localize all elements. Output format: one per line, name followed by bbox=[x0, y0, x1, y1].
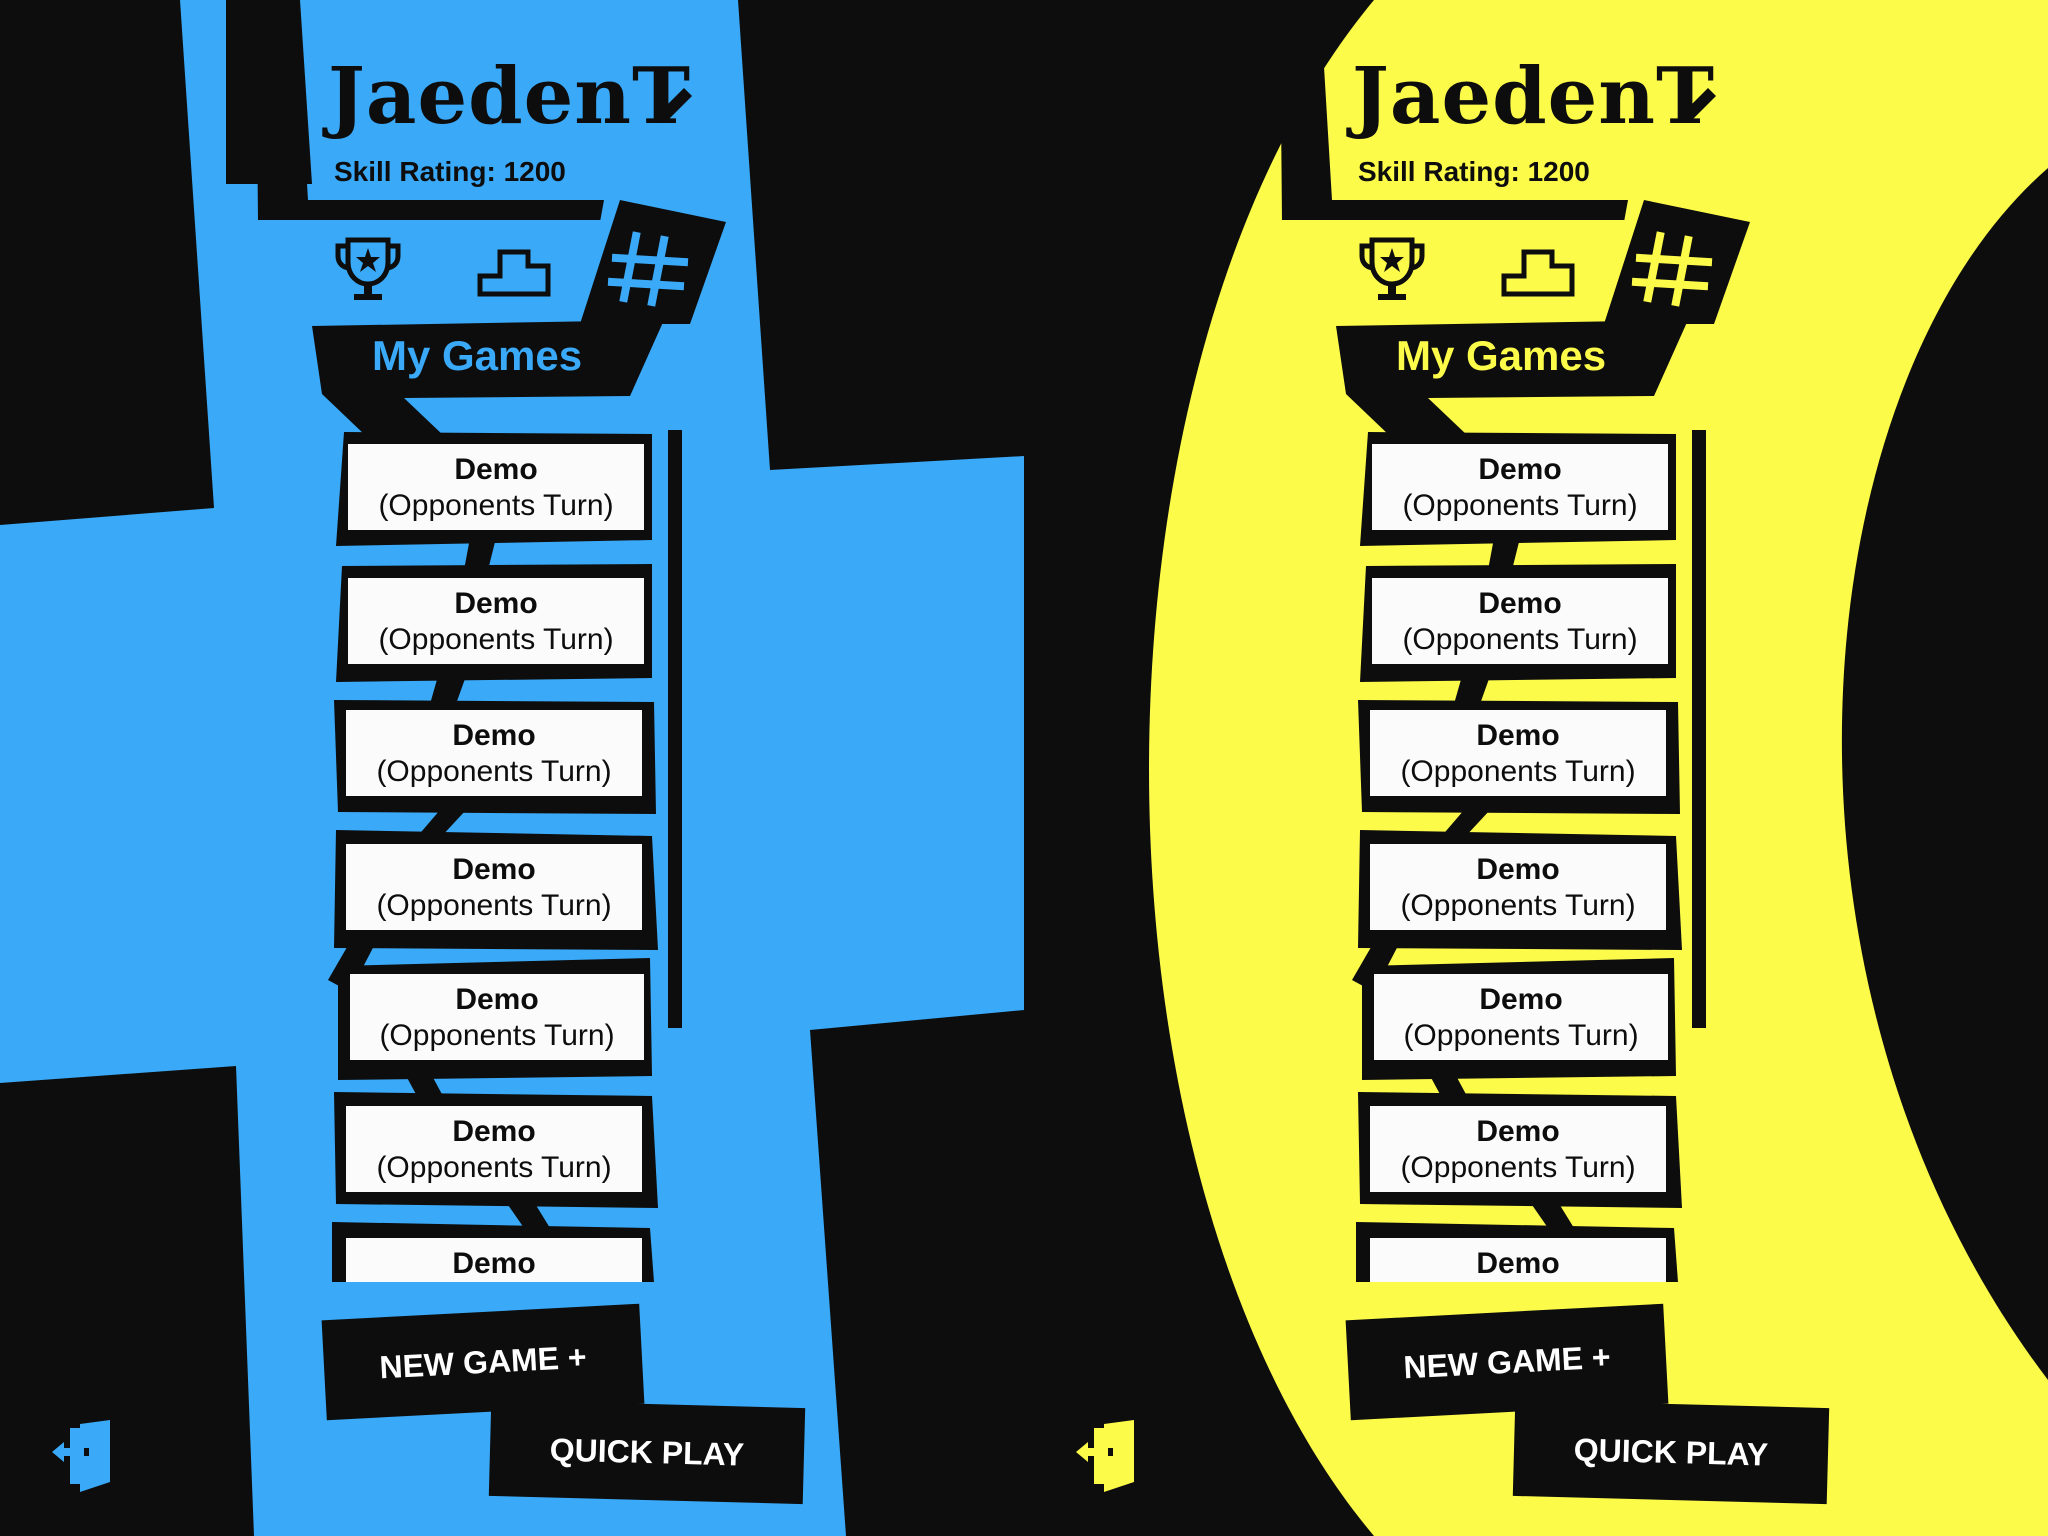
yellow-theme-screen: JaedenT Skill Rating: 1200 My Games Demo… bbox=[1024, 0, 2048, 1536]
tab-title-my-games: My Games bbox=[1396, 332, 1607, 379]
game-card[interactable]: Demo (Opponents Turn) bbox=[346, 710, 642, 796]
edit-pencil-icon[interactable] bbox=[1676, 82, 1722, 128]
edit-pencil-icon[interactable] bbox=[652, 82, 698, 128]
skill-rating: Skill Rating: 1200 bbox=[1358, 156, 1590, 187]
skill-rating: Skill Rating: 1200 bbox=[334, 156, 566, 187]
game-card[interactable]: Demo (Opponents Turn) bbox=[350, 974, 644, 1060]
games-list[interactable]: Demo (Opponents Turn) Demo (Opponents Tu… bbox=[320, 420, 700, 1282]
blue-theme-screen: JaedenT Skill Rating: 1200 My Games Demo… bbox=[0, 0, 1024, 1536]
games-list-scrollbar[interactable] bbox=[668, 430, 682, 1028]
exit-door-icon[interactable] bbox=[52, 1420, 114, 1492]
games-tab-active[interactable] bbox=[1604, 200, 1750, 324]
tab-title-my-games: My Games bbox=[372, 332, 583, 379]
podium-icon[interactable] bbox=[476, 236, 552, 312]
exit-door-icon[interactable] bbox=[1076, 1420, 1138, 1492]
username: JaedenT bbox=[1352, 51, 1715, 142]
game-card[interactable]: Demo bbox=[1370, 1238, 1666, 1282]
quick-play-button[interactable]: QUICK PLAY bbox=[1512, 1399, 1830, 1505]
games-tab-active[interactable] bbox=[580, 200, 726, 324]
quick-play-button[interactable]: QUICK PLAY bbox=[488, 1399, 806, 1505]
username: JaedenT bbox=[328, 51, 691, 142]
game-card[interactable]: Demo (Opponents Turn) bbox=[1370, 844, 1666, 930]
games-list[interactable]: Demo (Opponents Turn) Demo (Opponents Tu… bbox=[1344, 420, 1724, 1282]
game-card[interactable]: Demo (Opponents Turn) bbox=[1372, 578, 1668, 664]
game-card[interactable]: Demo (Opponents Turn) bbox=[348, 444, 644, 530]
game-card[interactable]: Demo (Opponents Turn) bbox=[348, 578, 644, 664]
game-card[interactable]: Demo (Opponents Turn) bbox=[1370, 1106, 1666, 1192]
game-card[interactable]: Demo (Opponents Turn) bbox=[346, 1106, 642, 1192]
game-card[interactable]: Demo (Opponents Turn) bbox=[1374, 974, 1668, 1060]
game-card[interactable]: Demo (Opponents Turn) bbox=[1372, 444, 1668, 530]
trophy-icon[interactable] bbox=[1354, 232, 1430, 308]
game-card[interactable]: Demo (Opponents Turn) bbox=[1370, 710, 1666, 796]
trophy-icon[interactable] bbox=[330, 232, 406, 308]
game-card[interactable]: Demo bbox=[346, 1238, 642, 1282]
podium-icon[interactable] bbox=[1500, 236, 1576, 312]
games-list-scrollbar[interactable] bbox=[1692, 430, 1706, 1028]
game-card[interactable]: Demo (Opponents Turn) bbox=[346, 844, 642, 930]
